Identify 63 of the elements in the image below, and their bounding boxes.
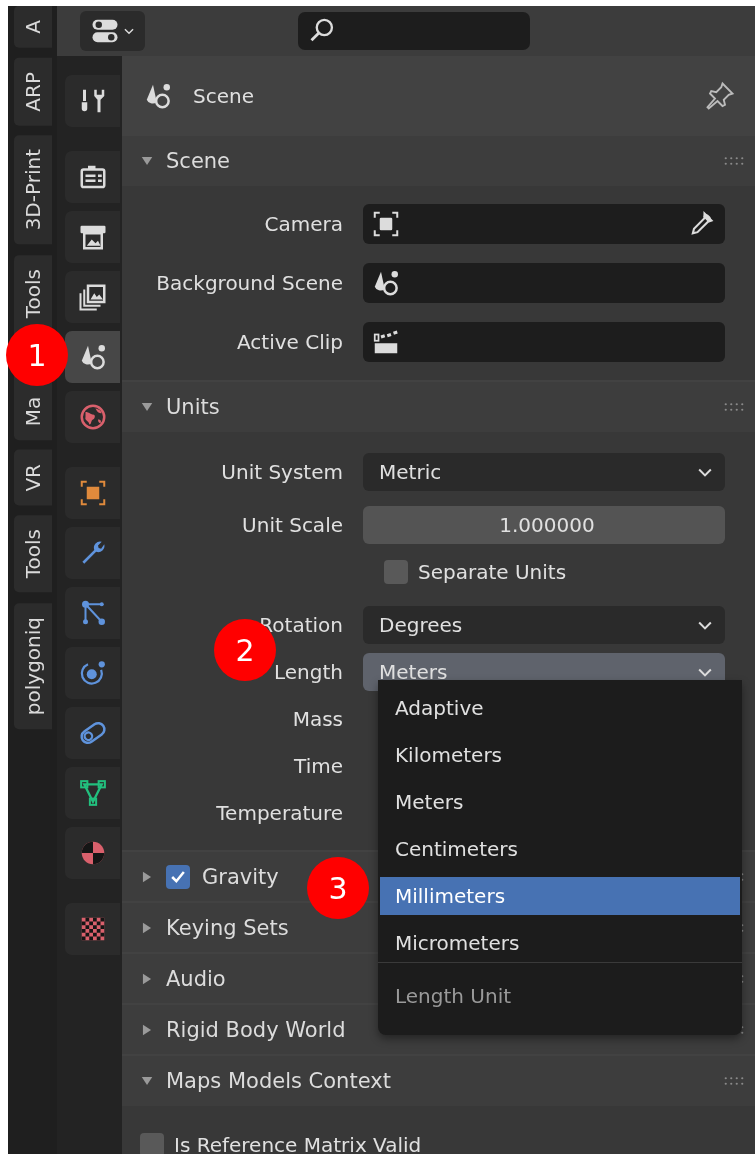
field-label: Mass xyxy=(291,706,344,731)
property-tab[interactable] xyxy=(65,647,120,699)
search-field[interactable] xyxy=(298,12,530,50)
property-tab[interactable] xyxy=(65,527,120,579)
image-stack-icon xyxy=(77,282,108,312)
checkbox[interactable] xyxy=(166,864,190,889)
field-label: Camera xyxy=(263,211,344,236)
field-label: Active Clip xyxy=(236,329,344,354)
panel-title: Audio xyxy=(166,966,226,991)
editor-type-button[interactable] xyxy=(80,11,145,51)
checkbox-label: Separate Units xyxy=(418,559,567,584)
triangle-mesh-icon xyxy=(77,778,108,808)
panel-title: Units xyxy=(166,395,220,419)
field-label: Time xyxy=(293,753,344,778)
property-tab[interactable] xyxy=(65,707,120,759)
panel-title: Maps Models Context xyxy=(166,1069,391,1093)
panel-title: Rigid Body World xyxy=(166,1017,346,1042)
side-tab[interactable]: VR xyxy=(14,449,52,506)
checkbox[interactable] xyxy=(384,559,408,584)
menu-title: Length Unit xyxy=(394,983,513,1010)
checkbox[interactable] xyxy=(140,1133,164,1154)
menu-item[interactable]: Adaptive xyxy=(380,689,740,727)
field-label: Unit System xyxy=(220,459,344,484)
field-label: Unit Scale xyxy=(241,512,344,537)
object-field[interactable] xyxy=(363,321,725,362)
property-tab[interactable] xyxy=(65,467,120,519)
field-label: Background Scene xyxy=(155,270,344,295)
menu-item[interactable]: Centimeters xyxy=(380,830,740,868)
menu-item[interactable]: Micrometers xyxy=(380,924,740,962)
field-label: Rotation xyxy=(258,612,344,637)
panel-header[interactable]: Maps Models Context xyxy=(122,1056,755,1106)
object-field[interactable] xyxy=(363,262,725,303)
side-tab[interactable]: polygoniq xyxy=(14,602,52,729)
checkbox-label: Is Reference Matrix Valid xyxy=(174,1133,422,1154)
side-tab[interactable]: A xyxy=(14,6,52,48)
dropdown[interactable]: Metric xyxy=(363,452,725,491)
property-tab[interactable] xyxy=(65,271,120,323)
panel-header[interactable]: Scene xyxy=(122,136,755,186)
menu-item[interactable]: Meters xyxy=(380,783,740,821)
property-tab[interactable] xyxy=(65,75,120,127)
property-tab[interactable] xyxy=(65,211,120,263)
field-label: Length xyxy=(273,659,344,684)
property-tab[interactable] xyxy=(65,767,120,819)
property-tab[interactable] xyxy=(65,331,120,383)
field-label: Temperature xyxy=(215,800,344,825)
pin-icon[interactable] xyxy=(705,81,735,111)
panel-title: Scene xyxy=(166,149,231,173)
side-tab[interactable]: ARP xyxy=(14,57,52,126)
panel-header[interactable]: Units xyxy=(122,382,755,432)
property-tab[interactable] xyxy=(65,587,120,639)
property-tab[interactable] xyxy=(65,903,120,955)
menu-item[interactable]: Kilometers xyxy=(380,736,740,774)
side-tab[interactable]: Tools xyxy=(14,515,52,593)
panel-title: Keying Sets xyxy=(166,915,289,940)
number-field[interactable]: 1.000000 xyxy=(363,505,725,544)
menu-item[interactable]: Millimeters xyxy=(380,877,740,915)
context-title: Scene xyxy=(193,84,254,108)
property-tab[interactable] xyxy=(65,827,120,879)
side-tab[interactable]: 3D-Print xyxy=(14,135,52,245)
object-field[interactable] xyxy=(363,203,725,244)
property-tab[interactable] xyxy=(65,151,120,203)
dropdown[interactable]: Degrees xyxy=(363,605,725,644)
panel-title: Gravity xyxy=(202,864,279,889)
